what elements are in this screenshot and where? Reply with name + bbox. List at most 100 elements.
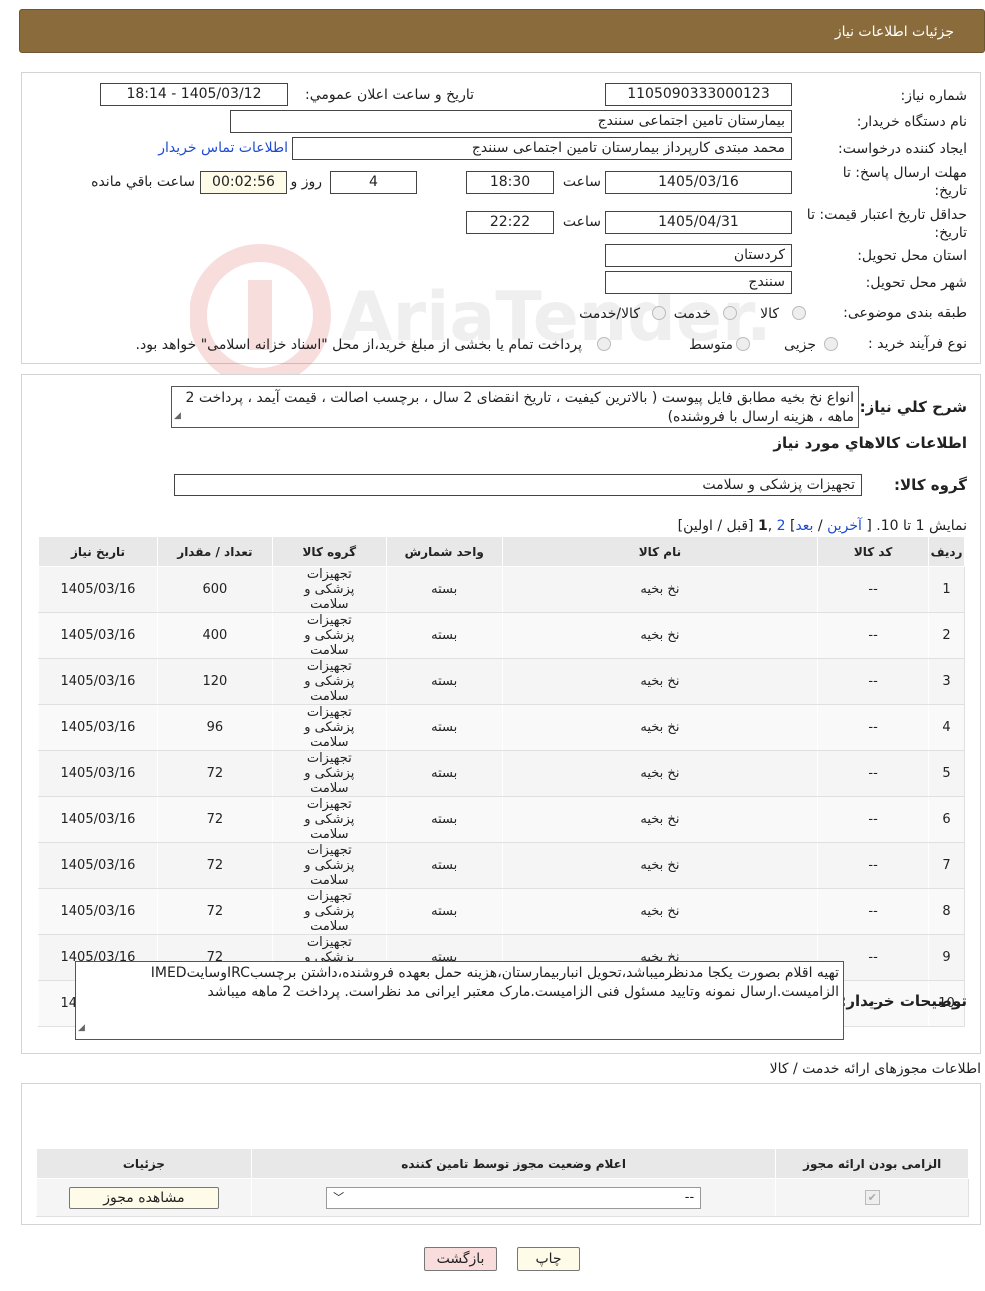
cell-unit: بسته xyxy=(385,612,503,659)
cell-code: -- xyxy=(817,750,930,797)
process-radio-minor[interactable] xyxy=(824,337,838,351)
cell-group: تجهیزات پزشکی و سلامت xyxy=(271,796,387,843)
cell-name: نخ بخیه xyxy=(501,612,819,659)
cell-index: 3 xyxy=(928,658,965,705)
category-radio-goods-service[interactable] xyxy=(652,306,666,320)
deadline-time-field: 18:30 xyxy=(466,171,554,194)
goods-section-title: اطلاعات کالاهاي مورد نياز xyxy=(773,434,967,452)
page-header: جزئیات اطلاعات نیاز xyxy=(19,9,985,53)
cell-code: -- xyxy=(817,842,930,889)
cell-group: تجهیزات پزشکی و سلامت xyxy=(271,658,387,705)
cell-qty: 96 xyxy=(156,704,273,751)
deadline-label: مهلت ارسال پاسخ: تا تاریخ: xyxy=(842,165,967,199)
category-label: طبقه بندی موضوعی: xyxy=(843,305,967,321)
permit-status-select[interactable]: ﹀ -- xyxy=(326,1186,702,1209)
cell-unit: بسته xyxy=(385,842,503,889)
table-row: 1 -- نخ بخیه بسته تجهیزات پزشکی و سلامت 600 14… xyxy=(38,566,965,613)
cell-name: نخ بخیه xyxy=(501,658,819,705)
process-option-medium: متوسط xyxy=(689,337,733,353)
permits-row: ✔ ﹀ -- مشاهده مجوز xyxy=(36,1178,969,1217)
table-row: 3 -- نخ بخیه بسته تجهیزات پزشکی و سلامت 120 14… xyxy=(38,658,965,705)
cell-unit: بسته xyxy=(385,566,503,613)
description-label: شرح کلي نياز: xyxy=(859,398,967,416)
goods-group-label: گروه کالا: xyxy=(894,476,967,494)
buyer-notes-textarea[interactable]: تهیه اقلام بصورت یکجا مدنظرمیباشد،تحویل … xyxy=(75,961,844,1040)
description-text: انواع نخ بخیه مطابق فایل پیوست ( بالاتری… xyxy=(185,390,855,425)
cell-name: نخ بخیه xyxy=(501,750,819,797)
paging-separator: / xyxy=(817,518,823,534)
col-header-qty: تعداد / مقدار xyxy=(156,536,273,567)
permits-col-required: الزامی بودن ارائه مجوز xyxy=(775,1148,969,1179)
cell-index: 8 xyxy=(928,888,965,935)
deadline-date-field: 1405/03/16 xyxy=(605,171,792,194)
checkbox-checked-icon[interactable]: ✔ xyxy=(864,1190,880,1205)
cell-date: 1405/03/16 xyxy=(38,566,158,613)
view-permit-button[interactable]: مشاهده مجوز xyxy=(68,1186,219,1209)
cell-qty: 72 xyxy=(156,796,273,843)
announce-label: تاریخ و ساعت اعلان عمومي: xyxy=(305,87,474,103)
process-radio-medium[interactable] xyxy=(736,337,750,351)
cell-code: -- xyxy=(817,704,930,751)
cell-unit: بسته xyxy=(385,888,503,935)
cell-qty: 72 xyxy=(156,842,273,889)
col-header-group: گروه کالا xyxy=(271,536,387,567)
province-field: کردستان xyxy=(605,244,792,267)
print-button[interactable]: چاپ xyxy=(517,1247,580,1271)
category-radio-goods[interactable] xyxy=(792,306,806,320)
cell-name: نخ بخیه xyxy=(501,842,819,889)
buyer-org-field: بیمارستان تامین اجتماعی سنندج xyxy=(230,110,792,133)
cell-qty: 600 xyxy=(156,566,273,613)
paging-page-2-link[interactable]: 2 xyxy=(777,518,786,534)
cell-unit: بسته xyxy=(385,796,503,843)
cell-group: تجهیزات پزشکی و سلامت xyxy=(271,842,387,889)
remaining-label: ساعت باقي مانده xyxy=(91,174,195,190)
cell-name: نخ بخیه xyxy=(501,704,819,751)
cell-unit: بسته xyxy=(385,658,503,705)
permits-col-status: اعلام وضعیت مجوز توسط تامین کننده xyxy=(250,1148,777,1179)
category-option-service: خدمت xyxy=(673,306,711,322)
paging-last-link[interactable]: آخرین xyxy=(827,518,862,534)
permits-required-cell: ✔ xyxy=(775,1178,969,1217)
cell-group: تجهیزات پزشکی و سلامت xyxy=(271,750,387,797)
goods-table: ردیف کد کالا نام کالا واحد شمارش گروه کا… xyxy=(38,536,965,1027)
paging-suffix: [قبل / اولین] xyxy=(677,518,754,534)
chevron-down-icon: ﹀ xyxy=(333,1191,345,1204)
table-row: 8 -- نخ بخیه بسته تجهیزات پزشکی و سلامت 72 140… xyxy=(38,888,965,935)
category-option-goods-service: کالا/خدمت xyxy=(579,306,640,322)
cell-code: -- xyxy=(817,888,930,935)
resize-grip-icon[interactable]: ◢ xyxy=(78,1019,85,1038)
cell-code: -- xyxy=(817,658,930,705)
cell-index: 7 xyxy=(928,842,965,889)
col-header-name: نام کالا xyxy=(501,536,819,567)
description-textarea[interactable]: انواع نخ بخیه مطابق فایل پیوست ( بالاتری… xyxy=(171,386,859,428)
cell-name: نخ بخیه xyxy=(501,796,819,843)
creator-field: محمد مبتدی کارپرداز بیمارستان تامین اجتم… xyxy=(292,137,792,160)
buyer-contact-link[interactable]: اطلاعات تماس خريدار xyxy=(158,140,288,156)
cell-index: 6 xyxy=(928,796,965,843)
category-radio-service[interactable] xyxy=(723,306,737,320)
cell-unit: بسته xyxy=(385,704,503,751)
col-header-unit: واحد شمارش xyxy=(385,536,503,567)
goods-group-field: تجهیزات پزشکی و سلامت xyxy=(174,474,862,496)
cell-index: 2 xyxy=(928,612,965,659)
cell-unit: بسته xyxy=(385,750,503,797)
back-button[interactable]: بازگشت xyxy=(424,1247,497,1271)
cell-date: 1405/03/16 xyxy=(38,704,158,751)
pagination: نمایش 1 تا 10. [ آخرین / بعد] 2 ,1 [قبل … xyxy=(677,518,967,534)
resize-grip-icon[interactable]: ◢ xyxy=(174,407,181,426)
days-label: روز و xyxy=(290,174,323,190)
process-label: نوع فرآیند خرید : xyxy=(868,336,967,352)
permits-table-header: الزامی بودن ارائه مجوز اعلام وضعیت مجوز … xyxy=(36,1148,969,1179)
paging-next-link[interactable]: بعد xyxy=(795,518,813,534)
city-field: سنندج xyxy=(605,271,792,294)
cell-date: 1405/03/16 xyxy=(38,842,158,889)
cell-group: تجهیزات پزشکی و سلامت xyxy=(271,612,387,659)
remaining-time-field: 00:02:56 xyxy=(200,171,287,194)
permits-status-cell: ﹀ -- xyxy=(250,1178,777,1217)
cell-name: نخ بخیه xyxy=(501,888,819,935)
process-radio-treasury[interactable] xyxy=(597,337,611,351)
cell-name: نخ بخیه xyxy=(501,566,819,613)
table-row: 4 -- نخ بخیه بسته تجهیزات پزشکی و سلامت 96 140… xyxy=(38,704,965,751)
cell-qty: 72 xyxy=(156,888,273,935)
table-row: 2 -- نخ بخیه بسته تجهیزات پزشکی و سلامت 400 14… xyxy=(38,612,965,659)
